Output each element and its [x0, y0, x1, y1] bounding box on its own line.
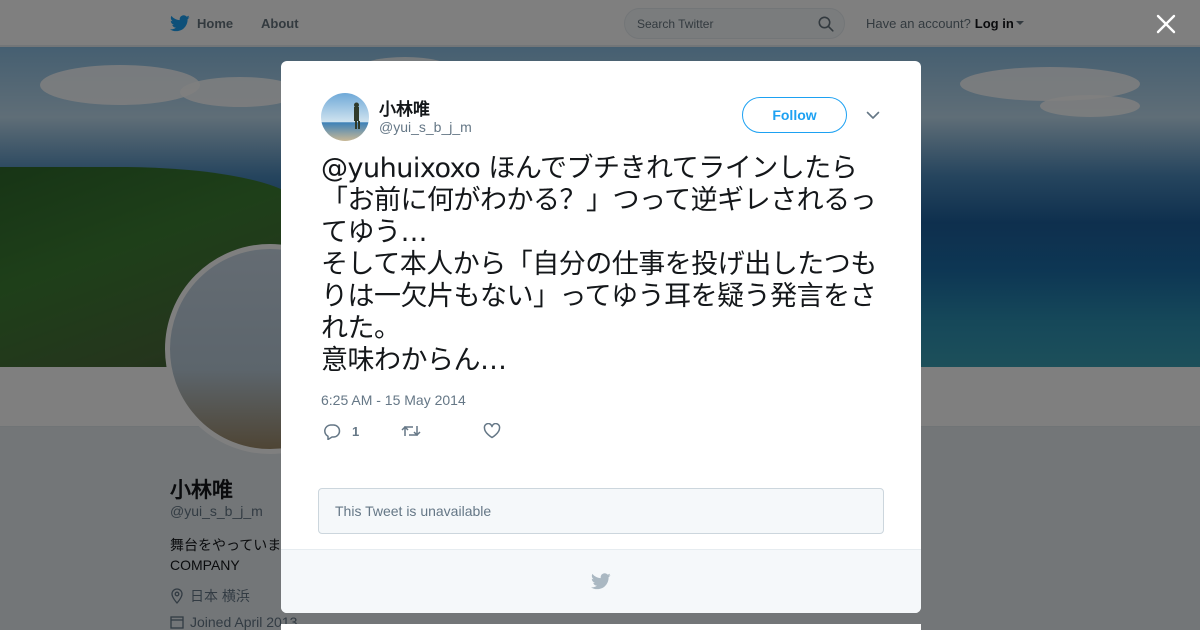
tweet-options-button[interactable] [863, 107, 883, 123]
tweet-body: ほんでブチきれてラインしたら「お前に何がわかる？」つって逆ギレされるってゆう… … [321, 153, 877, 376]
tweet-text: @yuhuixoxo ほんでブチきれてラインしたら「お前に何がわかる？」つって逆… [321, 153, 886, 377]
like-button[interactable] [483, 423, 501, 439]
retweet-button[interactable] [401, 423, 421, 439]
chevron-down-icon [866, 111, 880, 119]
next-card-edge [281, 624, 921, 630]
close-icon[interactable] [1154, 12, 1178, 36]
tweet-mention-link[interactable]: @yuhuixoxo [321, 153, 481, 184]
author-avatar[interactable] [321, 93, 369, 141]
reply-icon [324, 424, 341, 440]
follow-button[interactable]: Follow [742, 97, 847, 133]
unavailable-tweet-notice: This Tweet is unavailable [318, 488, 884, 534]
twitter-bird-icon[interactable] [591, 573, 611, 590]
tweet-timestamp[interactable]: 6:25 AM - 15 May 2014 [321, 392, 466, 408]
heart-icon [483, 423, 501, 439]
reply-button[interactable]: 1 [323, 423, 359, 440]
modal-footer [281, 549, 921, 613]
retweet-icon [401, 425, 421, 437]
reply-count: 1 [352, 424, 360, 439]
author-name[interactable]: 小林唯 [379, 95, 430, 120]
author-handle[interactable]: @yui_s_b_j_m [379, 119, 472, 135]
tweet-modal: 小林唯 @yui_s_b_j_m Follow @yuhuixoxo ほんでブチ… [281, 61, 921, 613]
